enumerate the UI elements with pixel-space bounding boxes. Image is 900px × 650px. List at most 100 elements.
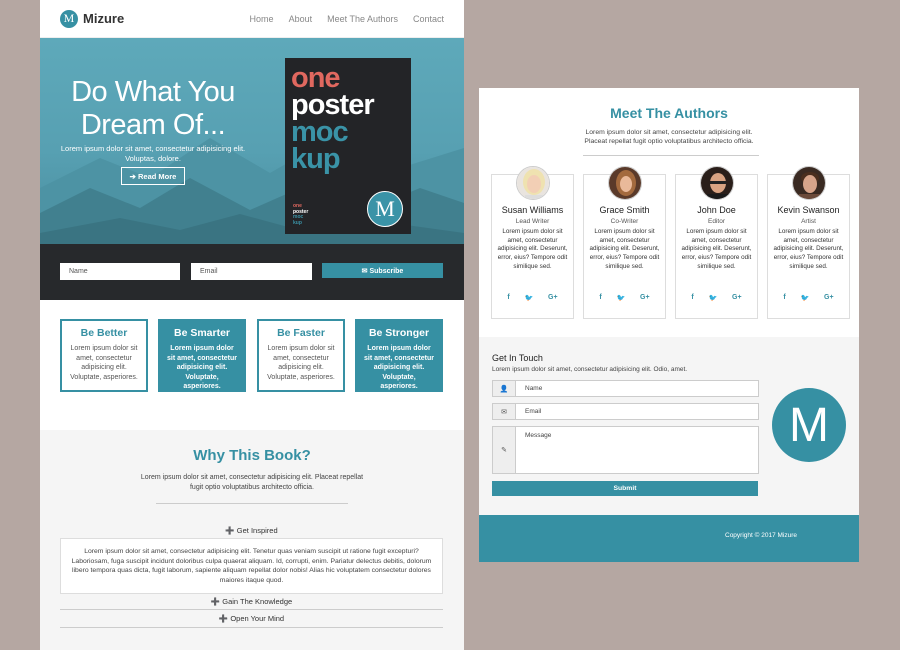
google-plus-icon[interactable]: G+ bbox=[824, 294, 834, 302]
authors-intro: Lorem ipsum dolor sit amet, consectetur … bbox=[584, 129, 754, 145]
facebook-icon[interactable]: f bbox=[599, 294, 601, 302]
author-card: Susan Williams Lead Writer Lorem ipsum d… bbox=[491, 166, 574, 319]
why-section: Why This Book? Lorem ipsum dolor sit ame… bbox=[40, 430, 464, 650]
author-bio: Lorem ipsum dolor sit amet, consectetur … bbox=[681, 228, 752, 270]
features-section: Be Better Lorem ipsum dolor sit amet, co… bbox=[40, 300, 464, 430]
author-role: Editor bbox=[708, 218, 725, 225]
hero-title-line1: Do What You bbox=[71, 76, 235, 108]
twitter-icon[interactable]: 🐦 bbox=[617, 294, 626, 302]
feature-text: Lorem ipsum dolor sit amet, consectetur … bbox=[70, 345, 138, 381]
social-links: f 🐦 G+ bbox=[768, 294, 849, 302]
nav-home[interactable]: Home bbox=[250, 14, 274, 24]
feature-text: Lorem ipsum dolor sit amet, consectetur … bbox=[166, 345, 238, 390]
avatar bbox=[608, 166, 642, 200]
twitter-icon[interactable]: 🐦 bbox=[801, 294, 810, 302]
envelope-icon: ✉ bbox=[493, 404, 516, 419]
author-role: Co-Writer bbox=[610, 218, 639, 225]
google-plus-icon[interactable]: G+ bbox=[640, 294, 650, 302]
submit-button[interactable]: Submit bbox=[492, 481, 758, 496]
avatar bbox=[516, 166, 550, 200]
nav-links: Home About Meet The Authors Contact bbox=[250, 14, 444, 24]
nav-meet-authors[interactable]: Meet The Authors bbox=[327, 14, 398, 24]
why-intro: Lorem ipsum dolor sit amet, consectetur … bbox=[140, 474, 364, 491]
read-more-button[interactable]: ➔ Read More bbox=[121, 167, 185, 185]
navbar: M Mizure Home About Meet The Authors Con… bbox=[40, 0, 464, 38]
subscribe-button[interactable]: ✉ Subscribe bbox=[322, 263, 443, 278]
avatar bbox=[700, 166, 734, 200]
feature-box-be-smarter: Be Smarter Lorem ipsum dolor sit amet, c… bbox=[158, 319, 246, 392]
why-title: Why This Book? bbox=[193, 447, 311, 464]
name-placeholder: Name bbox=[525, 385, 543, 392]
poster-word-kup: kup bbox=[291, 143, 341, 175]
facebook-icon[interactable]: f bbox=[783, 294, 785, 302]
author-role: Lead Writer bbox=[515, 218, 550, 225]
nav-contact[interactable]: Contact bbox=[413, 14, 444, 24]
author-card: Kevin Swanson Artist Lorem ipsum dolor s… bbox=[767, 166, 850, 319]
feature-title: Be Better bbox=[80, 327, 128, 339]
landing-page-right: Meet The Authors Lorem ipsum dolor sit a… bbox=[479, 88, 859, 562]
author-bio: Lorem ipsum dolor sit amet, consectetur … bbox=[497, 228, 568, 270]
facebook-icon[interactable]: f bbox=[507, 294, 509, 302]
contact-name-field[interactable]: 👤 Name bbox=[492, 380, 759, 397]
contact-message-field[interactable]: ✎ Message bbox=[492, 426, 759, 474]
social-links: f 🐦 G+ bbox=[584, 294, 665, 302]
feature-title: Be Stronger bbox=[368, 327, 430, 339]
contact-title: Get In Touch bbox=[492, 353, 543, 363]
poster-logo: M bbox=[367, 191, 403, 227]
divider bbox=[60, 627, 443, 628]
poster-mini-text: one poster moc kup bbox=[293, 203, 308, 226]
accordion-gain-knowledge[interactable]: ➕ Gain The Knowledge bbox=[60, 597, 443, 606]
author-role: Artist bbox=[801, 218, 816, 225]
google-plus-icon[interactable]: G+ bbox=[732, 294, 742, 302]
feature-box-be-faster: Be Faster Lorem ipsum dolor sit amet, co… bbox=[257, 319, 345, 392]
author-card: Grace Smith Co-Writer Lorem ipsum dolor … bbox=[583, 166, 666, 319]
message-placeholder: Message bbox=[525, 432, 552, 439]
twitter-icon[interactable]: 🐦 bbox=[525, 294, 534, 302]
contact-subtitle: Lorem ipsum dolor sit amet, consectetur … bbox=[492, 366, 688, 373]
hero-section: Do What You Dream Of... Lorem ipsum dolo… bbox=[40, 38, 464, 244]
accordion-get-inspired[interactable]: ➕ Get Inspired bbox=[60, 526, 443, 535]
feature-text: Lorem ipsum dolor sit amet, consectetur … bbox=[363, 345, 435, 390]
author-card: John Doe Editor Lorem ipsum dolor sit am… bbox=[675, 166, 758, 319]
twitter-icon[interactable]: 🐦 bbox=[709, 294, 718, 302]
google-plus-icon[interactable]: G+ bbox=[548, 294, 558, 302]
hero-subtitle: Lorem ipsum dolor sit amet, consectetur … bbox=[60, 144, 246, 163]
author-name: Susan Williams bbox=[501, 205, 564, 215]
footer: Copyright © 2017 Mizure bbox=[479, 515, 859, 562]
social-links: f 🐦 G+ bbox=[676, 294, 757, 302]
authors-title: Meet The Authors bbox=[610, 105, 728, 121]
facebook-icon[interactable]: f bbox=[691, 294, 693, 302]
hero-title-line2: Dream Of... bbox=[80, 109, 226, 141]
divider bbox=[60, 609, 443, 610]
avatar bbox=[792, 166, 826, 200]
accordion-body: Lorem ipsum dolor sit amet, consectetur … bbox=[60, 538, 443, 594]
author-bio: Lorem ipsum dolor sit amet, consectetur … bbox=[773, 228, 844, 270]
brand-name[interactable]: Mizure bbox=[83, 11, 124, 26]
user-icon: 👤 bbox=[493, 381, 516, 396]
divider bbox=[583, 155, 759, 156]
feature-text: Lorem ipsum dolor sit amet, consectetur … bbox=[267, 345, 335, 381]
divider bbox=[156, 503, 348, 504]
email-placeholder: Email bbox=[525, 408, 542, 415]
brand-logo-large: M bbox=[772, 388, 846, 462]
author-bio: Lorem ipsum dolor sit amet, consectetur … bbox=[589, 228, 660, 270]
author-name: John Doe bbox=[697, 205, 736, 215]
accordion-open-mind[interactable]: ➕ Open Your Mind bbox=[60, 614, 443, 623]
subscribe-name-input[interactable]: Name bbox=[60, 263, 180, 280]
pencil-icon: ✎ bbox=[493, 427, 516, 473]
brand-logo[interactable]: M bbox=[60, 9, 78, 28]
poster-mockup: one poster moc kup one poster moc kup M bbox=[285, 58, 411, 234]
hero-title: Do What You Dream Of... bbox=[58, 76, 248, 142]
landing-page-left: M Mizure Home About Meet The Authors Con… bbox=[40, 0, 464, 650]
author-name: Kevin Swanson bbox=[777, 205, 840, 215]
author-name: Grace Smith bbox=[599, 205, 650, 215]
subscribe-bar: Name Email ✉ Subscribe bbox=[40, 244, 464, 300]
subscribe-email-input[interactable]: Email bbox=[191, 263, 312, 280]
nav-about[interactable]: About bbox=[289, 14, 313, 24]
copyright-text: Copyright © 2017 Mizure bbox=[725, 532, 797, 539]
feature-box-be-stronger: Be Stronger Lorem ipsum dolor sit amet, … bbox=[355, 319, 443, 392]
contact-section: Get In Touch Lorem ipsum dolor sit amet,… bbox=[479, 337, 859, 517]
social-links: f 🐦 G+ bbox=[492, 294, 573, 302]
poster-mini-kup: kup bbox=[293, 219, 302, 226]
contact-email-field[interactable]: ✉ Email bbox=[492, 403, 759, 420]
